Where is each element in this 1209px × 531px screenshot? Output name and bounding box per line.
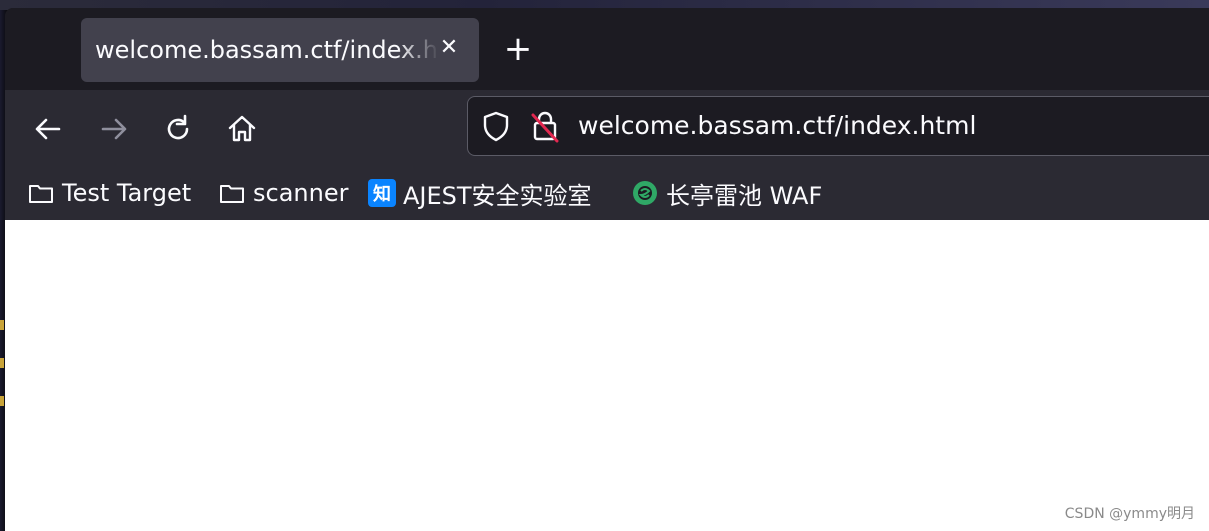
bookmark-test-target[interactable]: Test Target <box>27 176 191 210</box>
bookmarks-toolbar: Test Target scanner 知 AJEST安全实验室 长亭雷池 WA… <box>5 166 1209 221</box>
bookmark-label: 长亭雷池 WAF <box>666 181 823 210</box>
tab-strip: welcome.bassam.ctf/index.html ✕ + <box>5 8 1209 90</box>
bookmark-ajest[interactable]: 知 AJEST安全实验室 <box>368 176 592 210</box>
bookmark-label: AJEST安全实验室 <box>403 181 592 210</box>
reload-icon[interactable] <box>161 112 195 146</box>
watermark: CSDN @ymmy明月 <box>1064 506 1195 522</box>
folder-icon <box>29 185 53 203</box>
arrow-right-icon[interactable] <box>97 112 131 146</box>
url-bar[interactable]: welcome.bassam.ctf/index.html <box>467 96 1209 156</box>
bookmark-label: Test Target <box>62 179 192 207</box>
bookmark-safeline-waf[interactable]: 长亭雷池 WAF <box>631 176 822 210</box>
url-text[interactable]: welcome.bassam.ctf/index.html <box>578 111 976 140</box>
desktop-left-marks <box>0 320 4 440</box>
browser-window: welcome.bassam.ctf/index.html ✕ + <box>5 8 1209 531</box>
tab-title: welcome.bassam.ctf/index.html <box>95 36 439 64</box>
navigation-toolbar: welcome.bassam.ctf/index.html <box>5 90 1209 166</box>
safeline-icon <box>633 181 657 205</box>
plus-icon[interactable]: + <box>503 32 533 66</box>
bookmark-scanner[interactable]: scanner <box>218 176 348 210</box>
folder-icon <box>220 185 244 203</box>
shield-icon[interactable] <box>480 109 512 143</box>
home-icon[interactable] <box>225 112 259 146</box>
arrow-left-icon[interactable] <box>31 112 65 146</box>
tab-active[interactable]: welcome.bassam.ctf/index.html ✕ <box>81 18 479 82</box>
page-content[interactable] <box>5 220 1209 531</box>
close-icon[interactable]: ✕ <box>437 36 461 60</box>
insecure-lock-icon[interactable] <box>530 109 560 143</box>
zhihu-icon: 知 <box>368 179 396 207</box>
bookmark-label: scanner <box>253 179 349 207</box>
